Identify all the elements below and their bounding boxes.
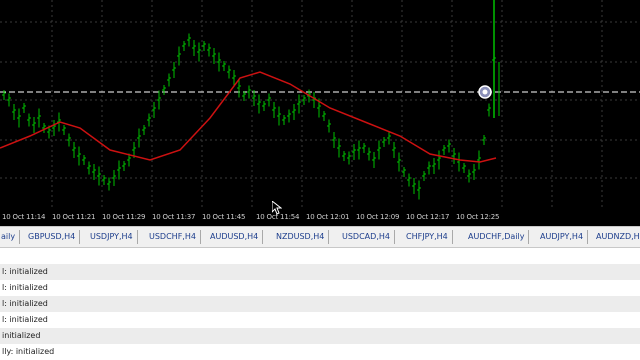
time-label: 10 Oct 11:45 (202, 213, 246, 221)
time-label: 10 Oct 12:09 (356, 213, 400, 221)
time-label: 10 Oct 11:29 (102, 213, 146, 221)
tab-usdchf-h4[interactable]: USDCHF,H4 (145, 230, 201, 244)
tab-audnzd-h4[interactable]: AUDNZD,H4 (592, 230, 640, 244)
time-label: 10 Oct 12:17 (406, 213, 450, 221)
tab-chart-daily[interactable]: aily (0, 230, 21, 244)
tab-usdjpy-h4[interactable]: USDJPY,H4 (86, 230, 138, 244)
mouse-pointer-icon (271, 199, 283, 219)
log-row: l: initialized (0, 296, 640, 312)
chart-canvas[interactable] (0, 0, 640, 210)
chart-tabs: aily GBPUSD,H4 USDJPY,H4 USDCHF,H4 AUDUS… (0, 226, 640, 248)
tab-chfjpy-h4[interactable]: CHFJPY,H4 (402, 230, 453, 244)
time-axis: 10 Oct 11:14 10 Oct 11:21 10 Oct 11:29 1… (0, 210, 640, 226)
log-row: initialized (0, 328, 640, 344)
time-label: 10 Oct 11:21 (52, 213, 96, 221)
log-row: lly: initialized (2, 347, 55, 356)
tab-audjpy-h4[interactable]: AUDJPY,H4 (536, 230, 589, 244)
log-row: l: initialized (2, 283, 48, 292)
time-label: 10 Oct 11:14 (2, 213, 46, 221)
target-marker-icon[interactable] (478, 85, 492, 99)
log-row: l: initialized (2, 315, 48, 324)
time-label: 10 Oct 11:37 (152, 213, 196, 221)
tab-audchf-daily[interactable]: AUDCHF,Daily (464, 230, 530, 244)
price-chart[interactable] (0, 0, 640, 210)
log-list: l: initialized l: initialized l: initial… (0, 264, 640, 360)
time-label: 10 Oct 12:25 (456, 213, 500, 221)
tab-gbpusd-h4[interactable]: GBPUSD,H4 (24, 230, 81, 244)
tab-audusd-h4[interactable]: AUDUSD,H4 (206, 230, 264, 244)
time-label: 10 Oct 12:01 (306, 213, 350, 221)
tab-nzdusd-h4[interactable]: NZDUSD,H4 (272, 230, 330, 244)
log-row: l: initialized (0, 264, 640, 280)
tab-usdcad-h4[interactable]: USDCAD,H4 (338, 230, 395, 244)
